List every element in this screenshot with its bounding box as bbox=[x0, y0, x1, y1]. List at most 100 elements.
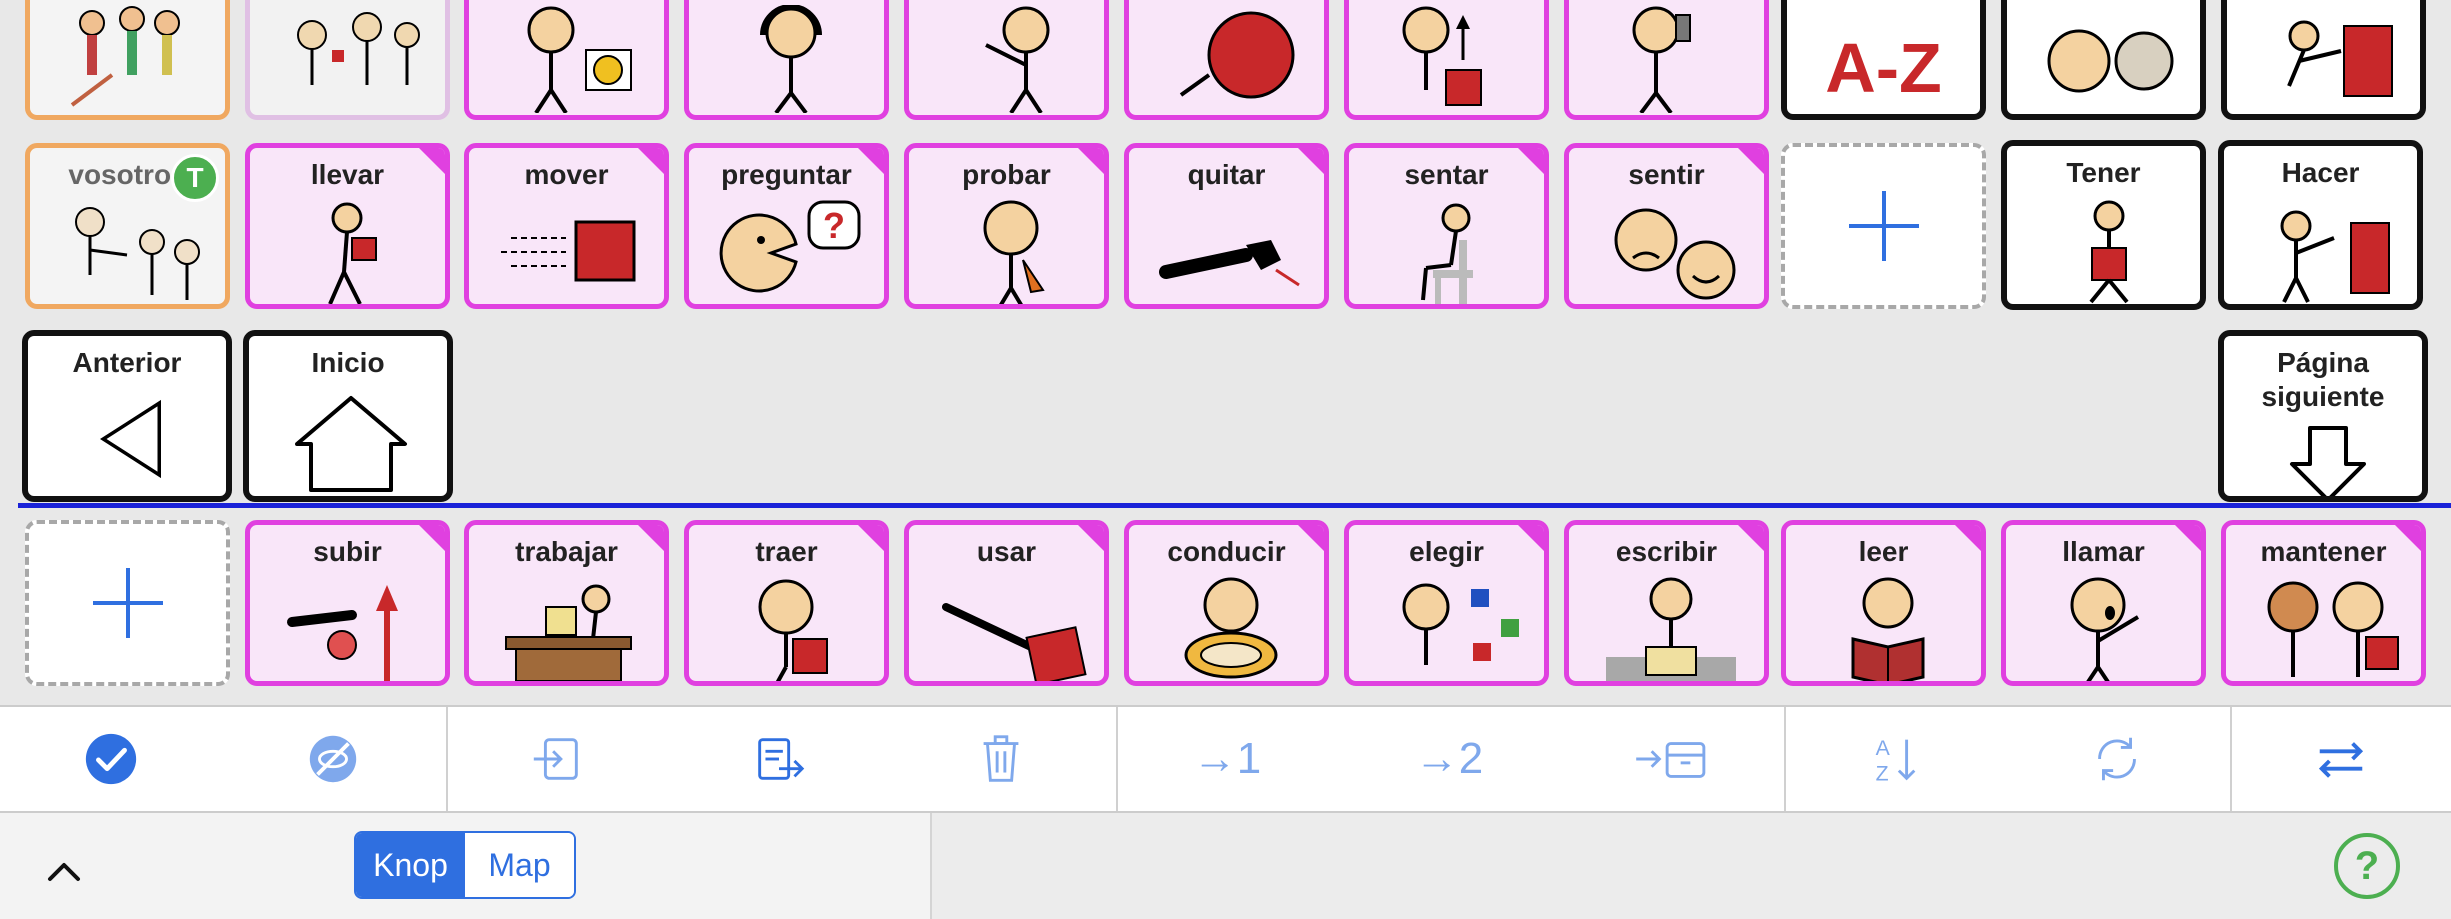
sort-button[interactable]: AZ bbox=[1784, 707, 2006, 811]
refresh-icon bbox=[2098, 737, 2136, 781]
swap-icon bbox=[2318, 742, 2364, 778]
page-divider bbox=[18, 503, 2451, 508]
top-tile-6[interactable] bbox=[1124, 0, 1329, 120]
back-triangle-icon bbox=[100, 399, 161, 479]
verb-sentar[interactable]: sentar bbox=[1344, 143, 1549, 309]
verb-traer[interactable]: traer bbox=[684, 520, 889, 686]
bottom-right-panel bbox=[930, 813, 2451, 919]
add-tile-row2[interactable] bbox=[1781, 143, 1986, 309]
delete-button[interactable] bbox=[890, 707, 1112, 811]
verb-label: mantener bbox=[2260, 536, 2387, 567]
swap-button[interactable] bbox=[2230, 707, 2451, 811]
carry-icon bbox=[328, 202, 377, 304]
help-button[interactable]: ? bbox=[2334, 833, 2400, 899]
drive-icon bbox=[1184, 577, 1278, 679]
anterior-label: Anterior bbox=[72, 347, 182, 378]
people-group-icon bbox=[70, 6, 180, 107]
verb-label: probar bbox=[962, 159, 1051, 190]
tener-tile[interactable]: Tener bbox=[2001, 140, 2206, 310]
hide-button[interactable] bbox=[222, 707, 444, 811]
person-headphones-icon bbox=[760, 5, 822, 113]
verb-mover[interactable]: mover bbox=[464, 143, 669, 309]
top-tile-10[interactable] bbox=[2001, 0, 2206, 120]
top-tile-11[interactable] bbox=[2221, 0, 2426, 120]
verb-trabajar[interactable]: trabajar bbox=[464, 520, 669, 686]
person-phone-icon bbox=[1632, 6, 1691, 113]
work-icon bbox=[505, 584, 632, 681]
badge-t: T bbox=[171, 154, 219, 202]
top-tile-5[interactable] bbox=[904, 0, 1109, 120]
verb-preguntar[interactable]: preguntar ? bbox=[684, 143, 889, 309]
move-to-archive-button[interactable] bbox=[1560, 707, 1782, 811]
push-box-icon bbox=[2287, 20, 2393, 97]
move-to-2-button[interactable]: →2 bbox=[1338, 707, 1560, 811]
group-talk-icon bbox=[297, 12, 420, 85]
ask-icon: ? bbox=[719, 200, 861, 293]
feel-icon bbox=[1614, 208, 1736, 300]
verb-llamar[interactable]: llamar bbox=[2001, 520, 2206, 686]
read-icon bbox=[1851, 577, 1925, 681]
vosotros-tile[interactable]: vosotros T bbox=[25, 143, 230, 309]
top-tile-7[interactable] bbox=[1344, 0, 1549, 120]
talk-faces-icon bbox=[2047, 29, 2174, 93]
bring-icon bbox=[758, 579, 828, 681]
go-up-icon bbox=[287, 585, 398, 681]
az-label: A-Z bbox=[1825, 29, 1942, 107]
select-all-button[interactable] bbox=[0, 707, 222, 811]
person-lift-box-icon bbox=[1402, 6, 1482, 106]
help-icon: ? bbox=[2354, 843, 2380, 888]
plus-icon bbox=[1848, 191, 1919, 261]
segment-map[interactable]: Map bbox=[465, 833, 574, 897]
verb-mantener[interactable]: mantener bbox=[2221, 520, 2426, 686]
verb-label: llevar bbox=[310, 159, 385, 190]
add-tile-row4[interactable] bbox=[25, 520, 230, 686]
verb-sentir[interactable]: sentir bbox=[1564, 143, 1769, 309]
sort-az-icon: AZ bbox=[1876, 736, 1916, 785]
chevron-up-icon[interactable] bbox=[44, 851, 84, 891]
paste-button[interactable] bbox=[668, 707, 890, 811]
move-icon bbox=[501, 220, 636, 282]
svg-text:?: ? bbox=[823, 205, 845, 246]
verb-label: conducir bbox=[1167, 536, 1286, 567]
move-to-1-icon: →1 bbox=[1192, 734, 1262, 783]
verb-elegir[interactable]: elegir bbox=[1344, 520, 1549, 686]
top-tile-group-talk[interactable] bbox=[245, 0, 450, 120]
you-plural-icon bbox=[75, 207, 200, 300]
verb-escribir[interactable]: escribir bbox=[1564, 520, 1769, 686]
import-icon bbox=[533, 738, 578, 780]
import-button[interactable] bbox=[446, 707, 668, 811]
top-tile-4[interactable] bbox=[684, 0, 889, 120]
top-tile-people[interactable] bbox=[25, 0, 230, 120]
verb-quitar[interactable]: quitar bbox=[1124, 143, 1329, 309]
taste-icon bbox=[983, 200, 1045, 304]
person-wave-icon bbox=[985, 6, 1050, 113]
paste-icon bbox=[758, 738, 805, 780]
verb-conducir[interactable]: conducir bbox=[1124, 520, 1329, 686]
top-tile-az[interactable]: A-Z bbox=[1781, 0, 1986, 120]
anterior-button[interactable]: Anterior bbox=[22, 330, 232, 502]
verb-label: elegir bbox=[1409, 536, 1484, 567]
verb-leer[interactable]: leer bbox=[1781, 520, 1986, 686]
verb-label: subir bbox=[313, 536, 382, 567]
verb-label: escribir bbox=[1615, 536, 1718, 567]
inicio-button[interactable]: Inicio bbox=[243, 330, 453, 502]
move-to-1-button[interactable]: →1 bbox=[1116, 707, 1338, 811]
verb-label: quitar bbox=[1187, 159, 1266, 190]
verb-probar[interactable]: probar bbox=[904, 143, 1109, 309]
svg-text:A: A bbox=[1876, 736, 1891, 760]
hacer-tile[interactable]: Hacer bbox=[2218, 140, 2423, 310]
segment-knop[interactable]: Knop bbox=[356, 833, 465, 897]
edit-toolbar: →1 →2 AZ bbox=[0, 705, 2451, 813]
person-flower-icon bbox=[527, 6, 632, 113]
verb-usar[interactable]: usar bbox=[904, 520, 1109, 686]
inicio-label: Inicio bbox=[311, 347, 385, 378]
verb-subir[interactable]: subir bbox=[245, 520, 450, 686]
verb-label: sentar bbox=[1404, 159, 1489, 190]
verb-llevar[interactable]: llevar bbox=[245, 143, 450, 309]
pagina-siguiente-button[interactable]: Página siguiente bbox=[2218, 330, 2428, 502]
verb-label: sentir bbox=[1628, 159, 1705, 190]
checkmark-icon bbox=[85, 733, 137, 785]
refresh-button[interactable] bbox=[2006, 707, 2228, 811]
top-tile-3[interactable] bbox=[464, 0, 669, 120]
top-tile-8[interactable] bbox=[1564, 0, 1769, 120]
